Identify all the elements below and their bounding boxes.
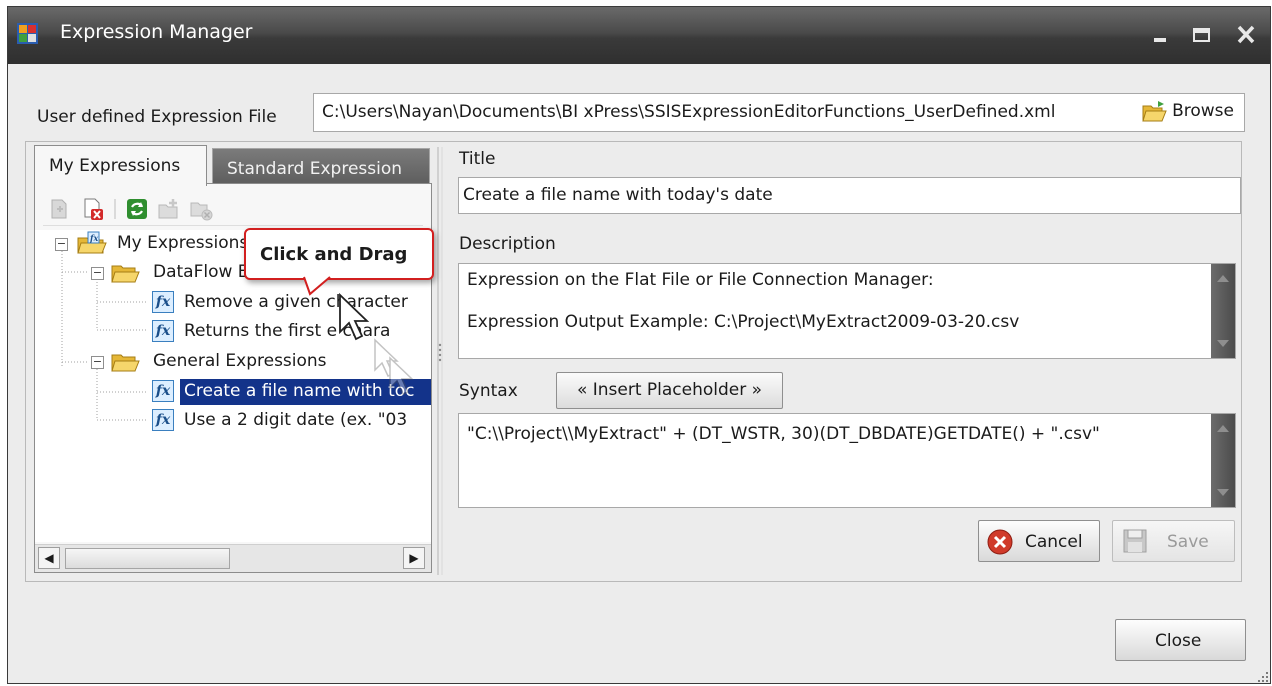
function-icon: fx — [152, 409, 174, 431]
app-icon — [17, 23, 38, 44]
description-field[interactable]: Expression on the Flat File or File Conn… — [458, 263, 1236, 359]
scroll-down-icon[interactable] — [1216, 339, 1230, 348]
collapse-icon[interactable]: − — [91, 267, 104, 280]
scrollbar-thumb[interactable] — [65, 548, 230, 569]
tree-item-label: Use a 2 digit date (ex. "03 — [184, 410, 408, 430]
scroll-right-icon[interactable]: ▶ — [403, 547, 425, 569]
collapse-icon[interactable]: − — [91, 356, 104, 369]
callout-text: Click and Drag — [260, 244, 408, 265]
description-line: Expression Output Example: C:\Project\My… — [467, 312, 1020, 332]
tree-group-label: General Expressions — [153, 351, 327, 371]
drag-cursor-icon — [339, 292, 414, 395]
description-line: Expression on the Flat File or File Conn… — [467, 270, 934, 290]
scroll-left-icon[interactable]: ◀ — [38, 547, 60, 569]
function-icon: fx — [152, 291, 174, 313]
cancel-icon — [987, 529, 1013, 555]
function-icon: fx — [152, 380, 174, 402]
save-label: Save — [1167, 532, 1209, 552]
delete-folder-icon[interactable] — [189, 197, 213, 221]
refresh-icon[interactable] — [125, 197, 149, 221]
tab-my-expressions[interactable]: My Expressions — [34, 145, 207, 186]
syntax-value: "C:\\Project\\MyExtract" + (DT_WSTR, 30)… — [467, 424, 1100, 444]
expression-file-field[interactable]: C:\Users\Nayan\Documents\BI xPress\SSISE… — [313, 93, 1245, 132]
callout-pointer — [303, 276, 331, 296]
pane-splitter[interactable] — [435, 145, 445, 577]
scroll-up-icon[interactable] — [1216, 274, 1230, 283]
collapse-icon[interactable]: − — [55, 238, 68, 251]
tab-standard-expression[interactable]: Standard Expression — [212, 148, 430, 186]
title-label: Title — [459, 149, 496, 169]
resize-grip-icon[interactable] — [1257, 671, 1269, 683]
folder-icon — [111, 265, 140, 283]
description-label: Description — [459, 234, 556, 254]
new-expression-icon[interactable] — [47, 197, 71, 221]
function-icon: fx — [152, 320, 174, 342]
expressions-folder-icon: fx — [77, 231, 107, 254]
folder-open-icon — [1142, 101, 1167, 122]
title-bar[interactable]: Expression Manager — [8, 7, 1270, 64]
cancel-label: Cancel — [1025, 532, 1083, 552]
syntax-scrollbar[interactable] — [1211, 414, 1235, 507]
tree-group-label: DataFlow E — [153, 262, 249, 282]
tree-root-label: My Expressions — [117, 233, 249, 253]
title-field[interactable]: Create a file name with today's date — [458, 177, 1241, 214]
save-disk-icon — [1123, 529, 1147, 553]
cancel-button[interactable]: Cancel — [978, 520, 1100, 562]
window-title: Expression Manager — [60, 21, 253, 43]
delete-expression-icon[interactable] — [81, 197, 105, 221]
click-and-drag-callout: Click and Drag — [244, 228, 434, 296]
minimize-icon[interactable] — [1148, 21, 1176, 49]
syntax-label: Syntax — [459, 381, 518, 401]
horizontal-scrollbar[interactable]: ◀ ▶ — [35, 544, 431, 572]
expression-file-label: User defined Expression File — [37, 107, 277, 127]
browse-label: Browse — [1172, 101, 1234, 121]
close-label: Close — [1155, 631, 1202, 651]
expression-file-path: C:\Users\Nayan\Documents\BI xPress\SSISE… — [322, 102, 1056, 122]
scroll-down-icon[interactable] — [1216, 488, 1230, 497]
maximize-icon[interactable] — [1188, 21, 1216, 49]
close-button[interactable]: Close — [1115, 619, 1246, 661]
description-scrollbar[interactable] — [1211, 264, 1235, 358]
toolbar-separator — [114, 199, 116, 219]
insert-placeholder-button[interactable]: « Insert Placeholder » — [556, 372, 783, 409]
syntax-field[interactable]: "C:\\Project\\MyExtract" + (DT_WSTR, 30)… — [458, 413, 1236, 508]
browse-button[interactable]: Browse — [1138, 97, 1238, 128]
tree-toolbar — [43, 192, 423, 226]
folder-icon — [111, 354, 140, 372]
svg-text:fx: fx — [89, 233, 98, 243]
close-icon[interactable] — [1232, 21, 1260, 49]
save-button[interactable]: Save — [1112, 520, 1235, 562]
scroll-up-icon[interactable] — [1216, 424, 1230, 433]
add-folder-icon[interactable] — [157, 197, 181, 221]
